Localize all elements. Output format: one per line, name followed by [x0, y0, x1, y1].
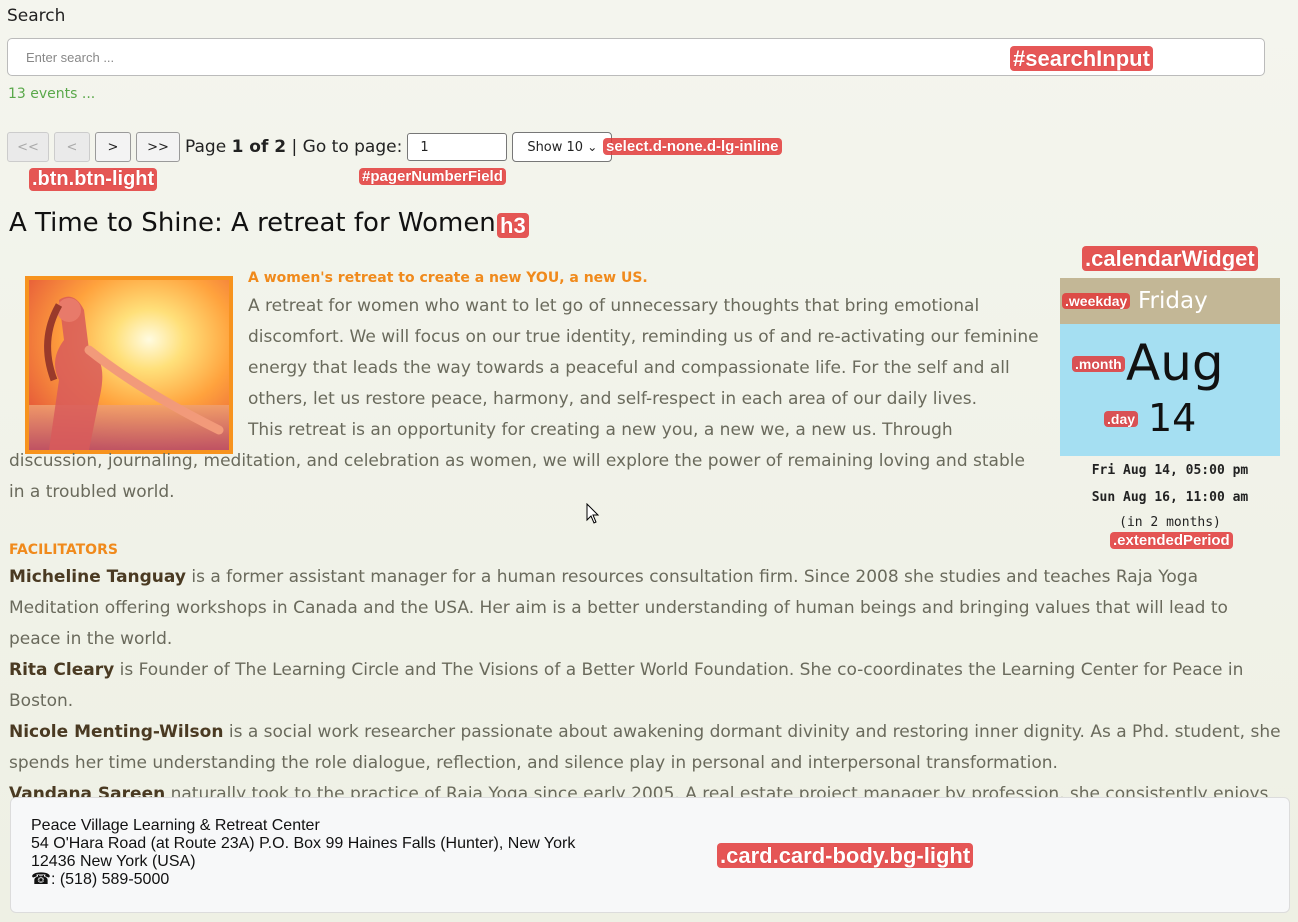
facilitator-bio: is a former assistant manager for a huma… — [9, 567, 1228, 649]
page-title: A Time to Shine: A retreat for Women — [9, 208, 496, 238]
calendar-widget-annotation: .calendarWidget — [1082, 246, 1258, 272]
facilitator-name: Rita Cleary — [9, 660, 115, 680]
facilitator-item: Nicole Menting-Wilson is a social work r… — [9, 717, 1284, 779]
facilitator-item: Rita Cleary is Founder of The Learning C… — [9, 655, 1284, 717]
phone-icon: ☎ — [31, 871, 51, 888]
calendar-period: (in 2 months) — [1119, 515, 1221, 530]
mouse-cursor-icon — [586, 503, 600, 524]
select-annotation: select.d-none.d-lg-inline — [603, 138, 782, 156]
calendar-month: Aug — [1126, 334, 1224, 392]
calendar-body: Aug 14 — [1060, 324, 1280, 456]
event-description: A retreat for women who want to let go o… — [9, 291, 1044, 508]
venue-phone-row: ☎: (518) 589-5000 — [31, 871, 1269, 889]
search-label: Search — [7, 6, 66, 26]
card-annotation: .card.card-body.bg-light — [717, 843, 974, 869]
pager-field-annotation: #pagerNumberField — [359, 168, 506, 186]
weekday-annotation: .weekday — [1062, 293, 1131, 310]
next-page-button[interactable]: > — [95, 132, 131, 162]
venue-card: Peace Village Learning & Retreat Center … — [10, 797, 1290, 913]
venue-phone: : (518) 589-5000 — [50, 871, 170, 888]
day-annotation: .day — [1104, 411, 1139, 428]
facilitator-name: Nicole Menting-Wilson — [9, 722, 224, 742]
venue-address-2: 12436 New York (USA) — [31, 853, 196, 870]
last-page-button[interactable]: >> — [136, 132, 180, 162]
btn-annotation: .btn.btn-light — [29, 168, 158, 191]
first-page-button[interactable]: << — [7, 132, 49, 162]
event-subheading: A women's retreat to create a new YOU, a… — [248, 270, 648, 286]
facilitator-item: Micheline Tanguay is a former assistant … — [9, 562, 1284, 655]
month-annotation: .month — [1072, 356, 1125, 373]
calendar-day: 14 — [1148, 396, 1197, 440]
venue-name: Peace Village Learning & Retreat Center — [31, 817, 320, 834]
venue-address-1: 54 O'Hara Road (at Route 23A) P.O. Box 9… — [31, 835, 576, 852]
h3-annotation: h3 — [497, 213, 529, 239]
page-of-total-wrap: 1 of 2 — [226, 137, 291, 157]
page-size-value: Show 10 — [527, 139, 584, 155]
extended-period-annotation: .extendedPeriod — [1110, 532, 1233, 550]
calendar-dates: Fri Aug 14, 05:00 pm Sun Aug 16, 11:00 a… — [1060, 460, 1280, 514]
search-input-annotation: #searchInput — [1010, 46, 1153, 72]
page-size-select[interactable]: Show 10 ⌄ — [512, 132, 613, 162]
prev-page-button[interactable]: < — [54, 132, 90, 162]
goto-page-label: | Go to page: — [291, 137, 403, 157]
facilitator-bio: is Founder of The Learning Circle and Th… — [9, 660, 1244, 711]
page-number-field[interactable]: 1 — [407, 133, 508, 161]
calendar-end: Sun Aug 16, 11:00 am — [1091, 490, 1249, 505]
events-count: 13 events ... — [8, 86, 96, 102]
chevron-down-icon: ⌄ — [587, 140, 598, 154]
page-of-total: 1 of 2 — [231, 137, 287, 157]
image-float-spacer — [9, 291, 248, 445]
facilitators-heading: FACILITATORS — [9, 542, 118, 558]
calendar-start: Fri Aug 14, 05:00 pm — [1091, 463, 1249, 478]
page-word: Page — [185, 137, 227, 157]
pager: << < > >> Page 1 of 2 | Go to page: 1 Sh… — [7, 132, 613, 162]
facilitator-name: Micheline Tanguay — [9, 567, 186, 587]
